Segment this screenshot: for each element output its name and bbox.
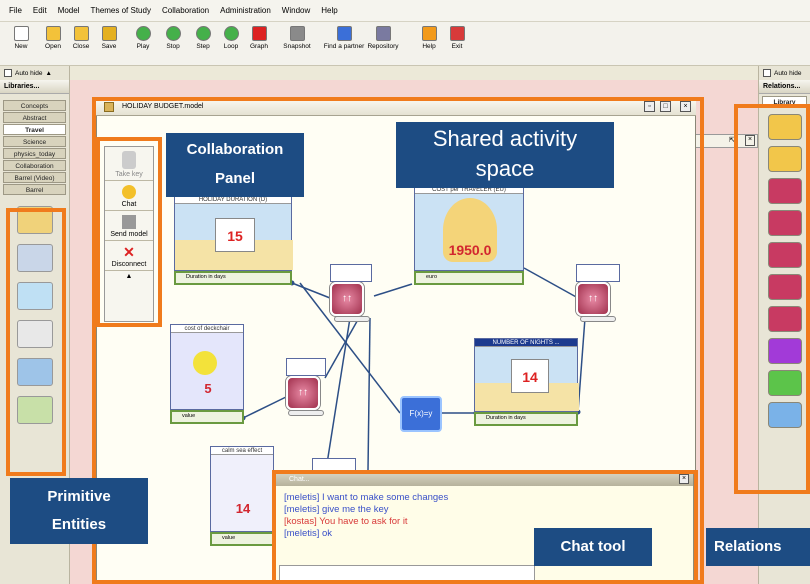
primitive-entities-highlight — [6, 208, 66, 476]
primitive-entities-label: Primitive Entities — [10, 478, 148, 544]
shared-activity-label: Shared activity space — [396, 122, 614, 188]
collaboration-highlight — [96, 137, 162, 327]
chat-tool-label: Chat tool — [534, 528, 652, 566]
chat-highlight — [272, 470, 698, 584]
relations-label: Relations — [706, 528, 810, 566]
collaboration-panel-label: Collaboration Panel — [166, 133, 304, 197]
relations-highlight — [734, 104, 810, 494]
